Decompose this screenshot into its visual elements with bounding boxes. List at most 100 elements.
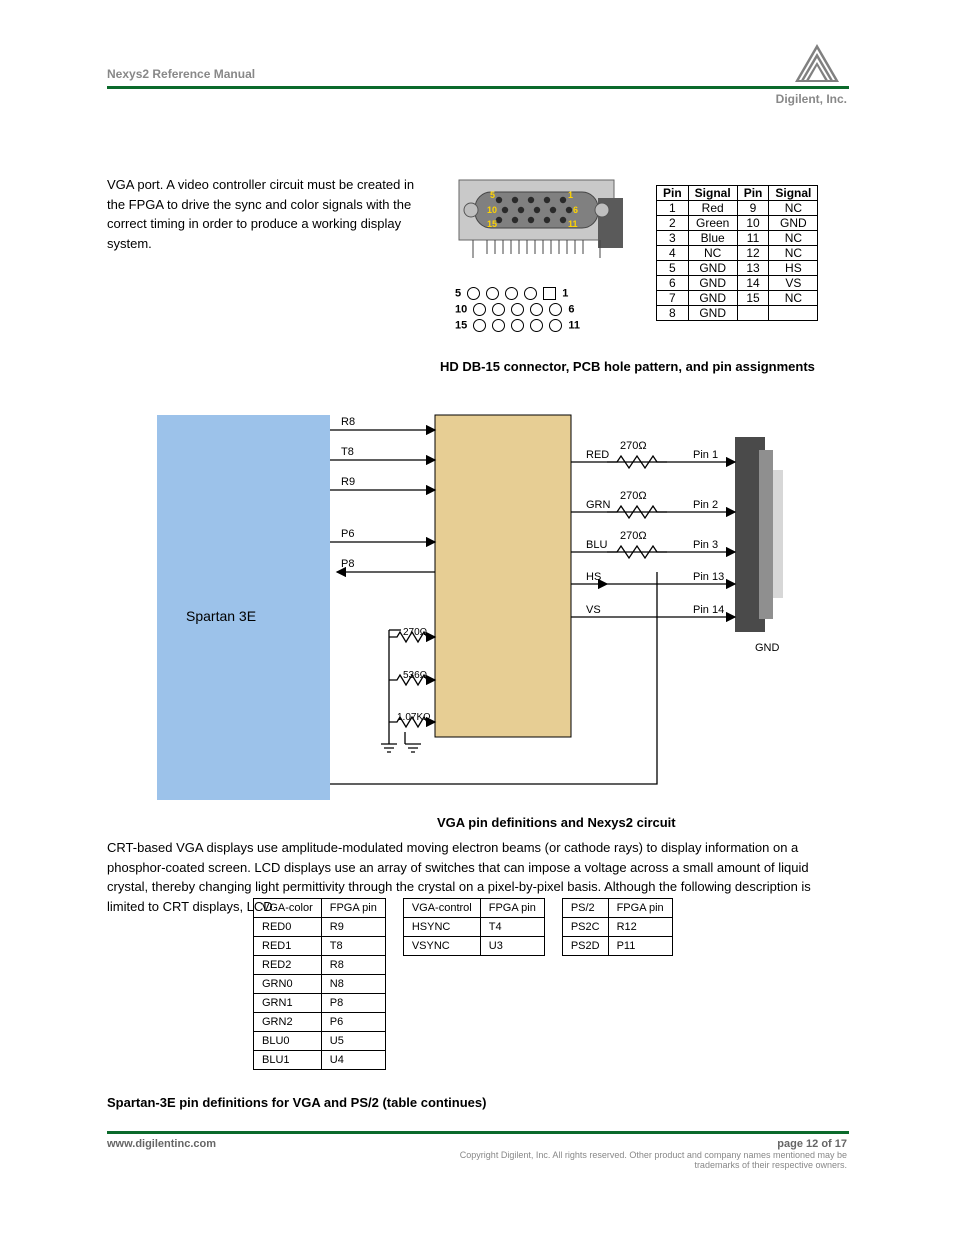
small-td: R9 xyxy=(321,918,385,937)
hole-row2-left: 10 xyxy=(455,303,467,315)
pin-cell: 7 xyxy=(657,291,689,306)
pin-cell: GND xyxy=(688,276,737,291)
pin-cell xyxy=(769,306,818,321)
small-td: T8 xyxy=(321,937,385,956)
pin-cell: NC xyxy=(688,246,737,261)
pin-label-11: 11 xyxy=(568,219,578,229)
sig-hs: HS xyxy=(586,571,601,583)
res-270-a: 270Ω xyxy=(620,440,647,452)
vga-block-diagram xyxy=(157,412,849,812)
pin-cell: NC xyxy=(769,231,818,246)
pin-cell: GND xyxy=(688,261,737,276)
small-th: FPGA pin xyxy=(480,899,544,918)
sig-blu: BLU xyxy=(586,539,607,551)
small-td: T4 xyxy=(480,918,544,937)
small-td: P11 xyxy=(608,937,672,956)
res-270-c: 270Ω xyxy=(620,530,647,542)
small-th: VGA-control xyxy=(403,899,480,918)
res-270-b: 270Ω xyxy=(620,490,647,502)
block-caption: VGA pin definitions and Nexys2 circuit xyxy=(437,815,676,830)
pin-cell: 10 xyxy=(737,216,769,231)
small-th: FPGA pin xyxy=(321,899,385,918)
small-td: RED1 xyxy=(254,937,322,956)
pin-th-pin1: Pin xyxy=(657,186,689,201)
pin-cell xyxy=(737,306,769,321)
pin-cell: 3 xyxy=(657,231,689,246)
small-th: VGA-color xyxy=(254,899,322,918)
pin-cell: 14 xyxy=(737,276,769,291)
small-td: BLU1 xyxy=(254,1051,322,1070)
small-td: RED0 xyxy=(254,918,322,937)
company-name: Digilent, Inc. xyxy=(776,92,847,106)
fpga-pin-table: VGA-controlFPGA pinHSYNCT4VSYNCU3 xyxy=(403,898,545,956)
pin-cell: GND xyxy=(688,306,737,321)
page-number: page 12 of 17 xyxy=(427,1138,847,1150)
footer-url: www.digilentinc.com xyxy=(107,1138,216,1150)
pin-cell: 13 xyxy=(737,261,769,276)
pin-p6: P6 xyxy=(341,528,354,540)
pin-label-5: 5 xyxy=(490,190,495,200)
small-td: U3 xyxy=(480,937,544,956)
pin-cell: 9 xyxy=(737,201,769,216)
pin-cell: 8 xyxy=(657,306,689,321)
db15-caption: HD DB-15 connector, PCB hole pattern, an… xyxy=(440,359,815,374)
db15-connector-illustration: 5 1 10 6 15 11 xyxy=(455,170,627,280)
pin-th-sig1: Signal xyxy=(688,186,737,201)
pin-signal-table: Pin Signal Pin Signal 1Red9NC2Green10GND… xyxy=(656,185,818,321)
conn-pin14: Pin 14 xyxy=(693,604,724,616)
pin-cell: 15 xyxy=(737,291,769,306)
footer-rule xyxy=(107,1131,849,1134)
pin-cell: NC xyxy=(769,246,818,261)
small-td: RED2 xyxy=(254,956,322,975)
small-td: PS2C xyxy=(562,918,608,937)
small-td: U4 xyxy=(321,1051,385,1070)
pin-cell: 12 xyxy=(737,246,769,261)
sig-vs: VS xyxy=(586,604,601,616)
pin-th-pin2: Pin xyxy=(737,186,769,201)
fpga-pin-table: VGA-colorFPGA pinRED0R9RED1T8RED2R8GRN0N… xyxy=(253,898,386,1070)
small-th: FPGA pin xyxy=(608,899,672,918)
pin-r8: R8 xyxy=(341,416,355,428)
hole-row3-right: 11 xyxy=(568,319,580,331)
pin-label-15: 15 xyxy=(487,219,497,229)
pin-label-6: 6 xyxy=(573,205,578,215)
pin-cell: GND xyxy=(769,216,818,231)
copyright: Copyright Digilent, Inc. All rights rese… xyxy=(427,1150,847,1170)
small-td: P6 xyxy=(321,1013,385,1032)
small-td: N8 xyxy=(321,975,385,994)
pin-cell: 6 xyxy=(657,276,689,291)
conn-pin3: Pin 3 xyxy=(693,539,718,551)
small-td: BLU0 xyxy=(254,1032,322,1051)
pin-label-10: 10 xyxy=(487,205,497,215)
sig-grn: GRN xyxy=(586,499,610,511)
pin-cell: Blue xyxy=(688,231,737,246)
conn-pin2: Pin 2 xyxy=(693,499,718,511)
pin-cell: Red xyxy=(688,201,737,216)
fpga-pin-table: PS/2FPGA pinPS2CR12PS2DP11 xyxy=(562,898,673,956)
pin-cell: Green xyxy=(688,216,737,231)
small-td: GRN1 xyxy=(254,994,322,1013)
footer-right: page 12 of 17 Copyright Digilent, Inc. A… xyxy=(427,1138,847,1170)
hole-row1-right: 1 xyxy=(562,287,568,299)
table-continues-caption: Spartan-3E pin definitions for VGA and P… xyxy=(107,1095,486,1110)
pin-th-sig2: Signal xyxy=(769,186,818,201)
small-td: R8 xyxy=(321,956,385,975)
small-td: GRN0 xyxy=(254,975,322,994)
header-rule xyxy=(107,86,849,89)
small-td: P8 xyxy=(321,994,385,1013)
pin-cell: 11 xyxy=(737,231,769,246)
pin-cell: 2 xyxy=(657,216,689,231)
fpga-pin-tables: VGA-colorFPGA pinRED0R9RED1T8RED2R8GRN0N… xyxy=(253,898,690,1070)
r-ladder-270: 270Ω xyxy=(403,627,427,638)
hole-row1-left: 5 xyxy=(455,287,461,299)
small-td: PS2D xyxy=(562,937,608,956)
pin-cell: NC xyxy=(769,291,818,306)
conn-pin13: Pin 13 xyxy=(693,571,724,583)
small-td: HSYNC xyxy=(403,918,480,937)
r-ladder-536: 536Ω xyxy=(403,670,427,681)
pin-cell: VS xyxy=(769,276,818,291)
pin-label-1: 1 xyxy=(568,190,573,200)
small-td: U5 xyxy=(321,1032,385,1051)
sig-red: RED xyxy=(586,449,609,461)
small-th: PS/2 xyxy=(562,899,608,918)
